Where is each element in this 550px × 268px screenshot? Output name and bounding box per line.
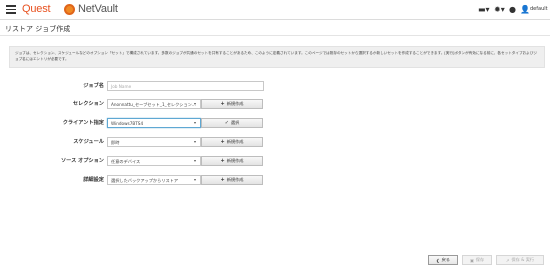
schedule-chevron-down-icon[interactable]: ▾ (194, 139, 196, 144)
schedule-new-button[interactable]: + 新規作成 (201, 137, 263, 147)
selection-select[interactable]: Anonnattu_セーブセット_1_セレクション... (107, 99, 201, 109)
advanced-chevron-down-icon[interactable]: ▾ (194, 177, 196, 182)
client-chevron-down-icon[interactable]: ▾ (194, 120, 196, 125)
plus-icon: + (220, 138, 225, 145)
top-bar: Quest NetVault ▬▾ ✹▾ ● 👤 default (0, 0, 550, 20)
schedule-new-button-label: 新規作成 (226, 139, 244, 144)
schedule-label: スケジュール (73, 139, 104, 145)
netvault-logo-mark (64, 4, 75, 15)
plus-icon: + (220, 157, 225, 164)
selection-new-button[interactable]: + 新規作成 (201, 99, 263, 109)
source-options-label: ソース オプション (60, 158, 104, 164)
source-options-select[interactable]: 任意のデバイス (107, 156, 201, 166)
job-name-label: ジョブ名 (83, 83, 104, 89)
advanced-new-button[interactable]: + 新規作成 (201, 175, 263, 185)
client-label: クライアント指定 (62, 120, 104, 126)
plus-icon: + (220, 176, 225, 183)
back-button[interactable]: ❮ 戻る (428, 255, 458, 265)
save-icon: ▣ (469, 257, 474, 263)
page-title: リストア ジョブ作成 (5, 25, 71, 33)
back-button-label: 戻る (441, 257, 450, 262)
chevron-left-icon: ❮ (436, 257, 440, 263)
source-chevron-down-icon[interactable]: ▾ (194, 158, 196, 163)
save-run-button-label: 保存 & 実行 (511, 257, 535, 262)
chat-icon[interactable]: ▬▾ (478, 5, 490, 15)
schedule-select[interactable]: 即時 (107, 137, 201, 147)
job-name-input[interactable]: Job Name (107, 81, 264, 91)
advanced-label: 詳細設定 (83, 177, 104, 183)
save-button[interactable]: ▣ 保存 (462, 255, 492, 265)
client-select-button[interactable]: ✓ 選択 (201, 118, 263, 128)
selection-chevron-down-icon[interactable]: ▾ (194, 101, 196, 106)
user-menu[interactable]: default (530, 6, 548, 12)
info-description: ジョブは、セレクション、スケジュールなどのオプション「セット」で構成されています… (9, 46, 545, 68)
netvault-logo-text: NetVault (78, 3, 118, 15)
info-icon[interactable]: ● (509, 5, 516, 15)
title-divider (0, 35, 550, 36)
selection-new-button-label: 新規作成 (226, 101, 244, 106)
source-new-button-label: 新規作成 (226, 158, 244, 163)
selection-label: セレクション (72, 101, 104, 107)
hamburger-icon[interactable] (6, 5, 16, 14)
client-select-button-label: 選択 (230, 120, 240, 125)
quest-logo: Quest (22, 3, 51, 15)
client-select[interactable]: Windows7BTS4 (107, 118, 201, 128)
gear-icon[interactable]: ✹▾ (494, 5, 505, 15)
plus-icon: + (220, 100, 225, 107)
user-icon[interactable]: 👤 (520, 5, 530, 15)
source-new-button[interactable]: + 新規作成 (201, 156, 263, 166)
save-button-label: 保存 (475, 257, 485, 262)
run-icon: ↗ (505, 257, 510, 263)
advanced-new-button-label: 新規作成 (226, 177, 244, 182)
advanced-select[interactable]: 選択したバックアップからリストア (107, 175, 201, 185)
check-icon: ✓ (224, 119, 229, 126)
save-run-button[interactable]: ↗ 保存 & 実行 (496, 255, 544, 265)
